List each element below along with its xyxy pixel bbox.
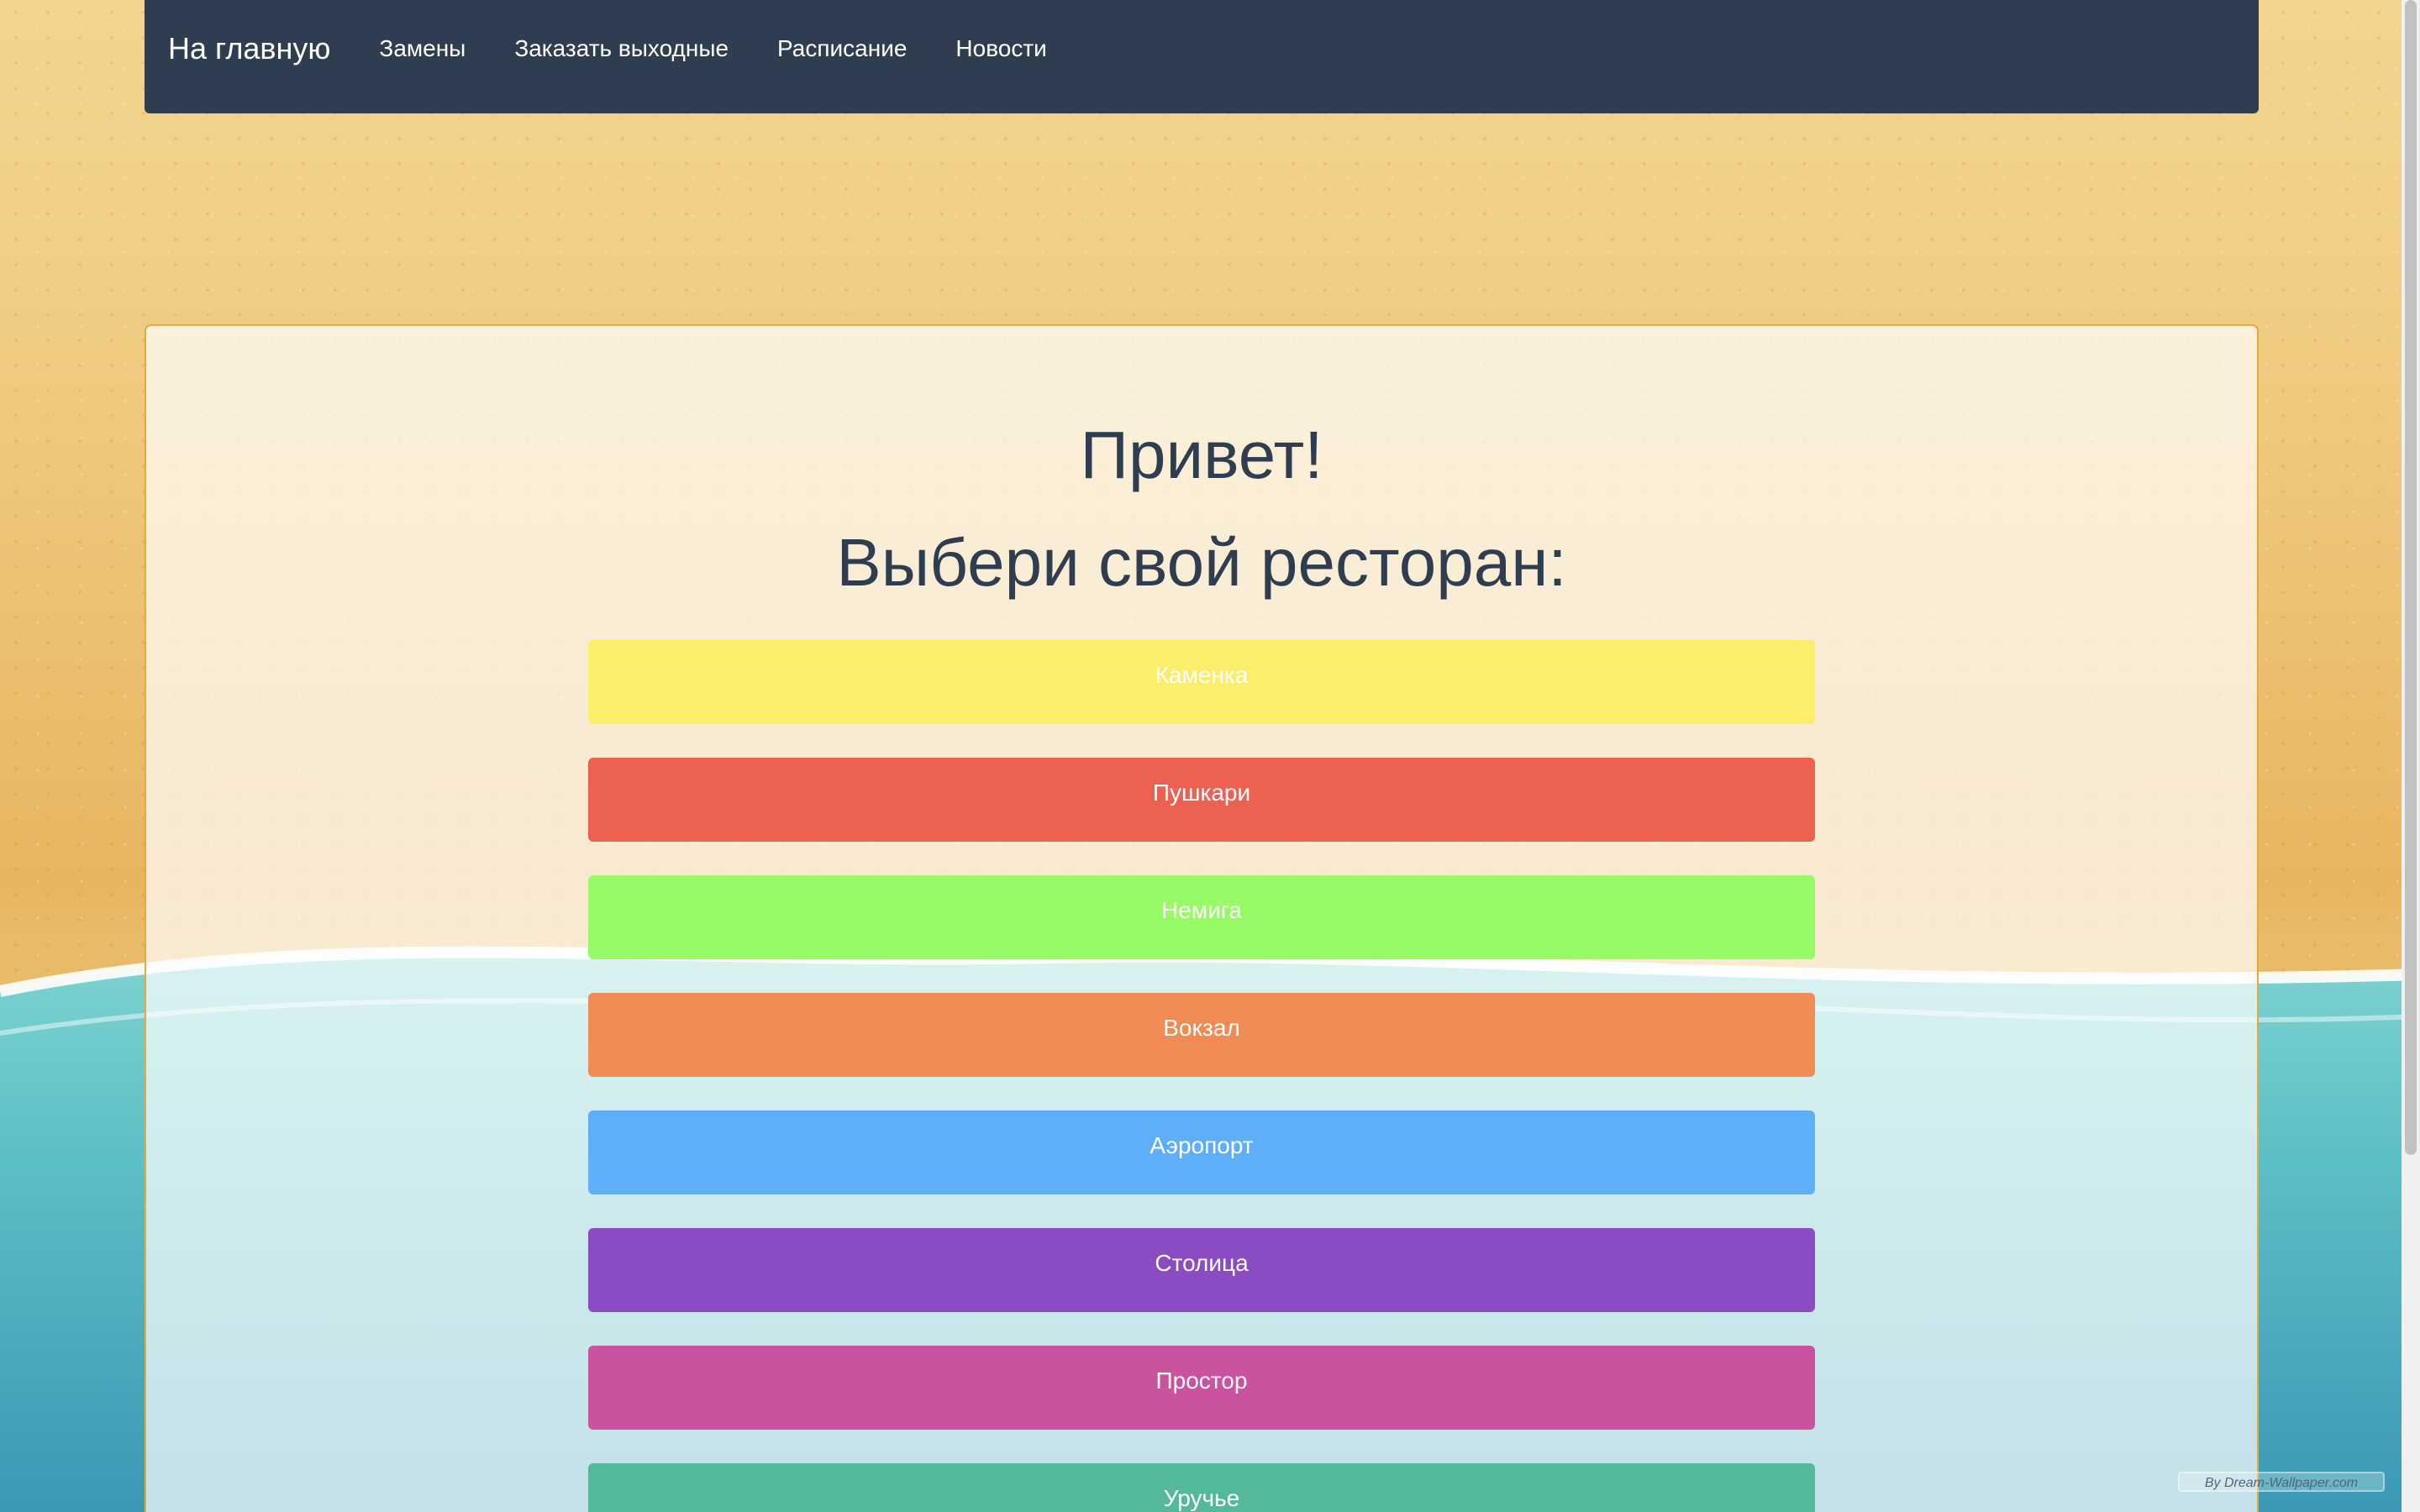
- nav-link-zameny[interactable]: Замены: [379, 35, 466, 62]
- restaurant-button-stolitsa[interactable]: Столица: [588, 1228, 1815, 1312]
- restaurant-button-prostor[interactable]: Простор: [588, 1346, 1815, 1430]
- scrollbar-thumb[interactable]: [2405, 0, 2417, 1155]
- restaurant-button-pushkari[interactable]: Пушкари: [588, 758, 1815, 842]
- nav-link-news[interactable]: Новости: [955, 35, 1046, 62]
- nav-link-schedule[interactable]: Расписание: [777, 35, 907, 62]
- restaurant-button-vokzal[interactable]: Вокзал: [588, 993, 1815, 1077]
- page-subtitle: Выбери свой ресторан:: [836, 525, 1567, 600]
- top-navbar: На главную Замены Заказать выходные Расп…: [145, 0, 2259, 113]
- restaurant-button-uruchye[interactable]: Уручье: [588, 1463, 1815, 1512]
- page-scrollbar[interactable]: [2402, 0, 2420, 1512]
- wallpaper-watermark: By Dream-Wallpaper.com: [2178, 1472, 2385, 1492]
- restaurant-button-kamenka[interactable]: Каменка: [588, 640, 1815, 724]
- nav-home-link[interactable]: На главную: [168, 31, 330, 66]
- restaurant-button-nemiga[interactable]: Немига: [588, 875, 1815, 959]
- page-title: Привет!: [1080, 417, 1323, 492]
- restaurant-button-aeroport[interactable]: Аэропорт: [588, 1110, 1815, 1194]
- main-card: Привет! Выбери свой ресторан: Каменка Пу…: [145, 324, 2259, 1512]
- nav-link-order-days-off[interactable]: Заказать выходные: [514, 35, 729, 62]
